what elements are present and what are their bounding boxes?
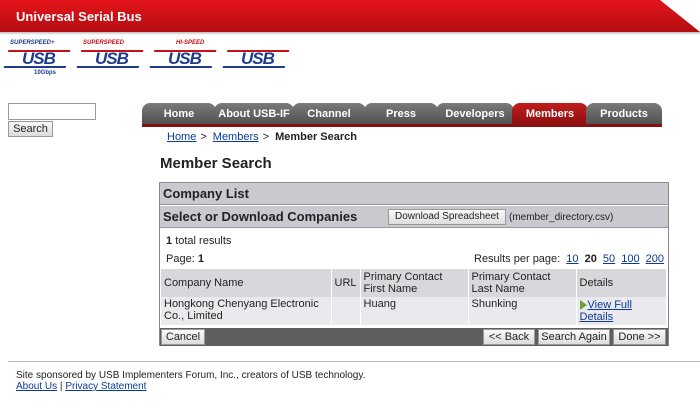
tab-members[interactable]: Members bbox=[512, 103, 588, 126]
arrow-right-icon bbox=[579, 300, 587, 311]
cell-url bbox=[331, 297, 361, 325]
page-title: Member Search bbox=[160, 155, 272, 172]
about-us-link[interactable]: About Us bbox=[16, 381, 57, 392]
tab-products[interactable]: Products bbox=[586, 103, 662, 126]
breadcrumb-members-link[interactable]: Members bbox=[213, 131, 259, 143]
download-spreadsheet-button[interactable]: Download Spreadsheet bbox=[388, 209, 506, 225]
column-header-first-name: Primary Contact First Name bbox=[360, 269, 469, 297]
footer-links: About Us | Privacy Statement bbox=[16, 381, 146, 392]
header-corner-decoration bbox=[660, 0, 700, 32]
footer-link-divider: | bbox=[59, 381, 63, 392]
page-indicator: Page: 1 bbox=[166, 253, 204, 265]
site-title: Universal Serial Bus bbox=[16, 9, 142, 24]
panel-action-bar: Cancel << Back Search Again Done >> bbox=[160, 328, 668, 346]
search-again-button[interactable]: Search Again bbox=[538, 329, 610, 345]
privacy-statement-link[interactable]: Privacy Statement bbox=[65, 381, 146, 392]
back-button[interactable]: << Back bbox=[483, 329, 535, 345]
logo-tag: HI-SPEED bbox=[176, 40, 205, 46]
tab-press[interactable]: Press bbox=[364, 103, 438, 126]
panel-subtitle: Select or Download Companies bbox=[163, 209, 358, 224]
total-count: 1 bbox=[166, 235, 173, 247]
site-header-bar: Universal Serial Bus bbox=[0, 0, 700, 32]
rpp-option-100[interactable]: 100 bbox=[621, 253, 639, 265]
panel-title: Company List bbox=[160, 183, 668, 205]
footer-sponsor-text: Site sponsored by USB Implementers Forum… bbox=[16, 370, 366, 381]
cell-first-name: Huang bbox=[360, 297, 469, 325]
tab-developers[interactable]: Developers bbox=[436, 103, 514, 126]
logo-usb-text: USB bbox=[168, 49, 202, 68]
page-number: 1 bbox=[197, 253, 204, 265]
logo-tag: SUPERSPEED bbox=[83, 40, 125, 46]
column-header-company: Company Name bbox=[161, 269, 332, 297]
breadcrumb-current: Member Search bbox=[275, 131, 357, 143]
results-table: Company Name URL Primary Contact First N… bbox=[161, 269, 668, 325]
tab-home[interactable]: Home bbox=[142, 103, 216, 126]
breadcrumb: Home > Members > Member Search bbox=[167, 131, 357, 143]
tab-channel[interactable]: Channel bbox=[292, 103, 366, 126]
cancel-button[interactable]: Cancel bbox=[161, 329, 205, 345]
download-filename: (member_directory.csv) bbox=[509, 212, 614, 223]
superspeed-plus-usb-logo: SUPERSPEED+ USB 10Gbps bbox=[3, 40, 74, 78]
cell-details: View Full Details bbox=[576, 297, 668, 325]
cell-company: Hongkong Chenyang Electronic Co., Limite… bbox=[161, 297, 332, 325]
breadcrumb-separator: > bbox=[200, 131, 207, 143]
column-header-details: Details bbox=[576, 269, 668, 297]
hi-speed-usb-logo: HI-SPEED USB bbox=[149, 40, 220, 78]
column-header-last-name: Primary Contact Last Name bbox=[468, 269, 577, 297]
page-label: Page: bbox=[166, 253, 195, 265]
logo-usb-text: USB bbox=[95, 49, 129, 68]
search-button[interactable]: Search bbox=[8, 121, 53, 137]
breadcrumb-separator: > bbox=[262, 131, 270, 143]
rpp-option-10[interactable]: 10 bbox=[566, 253, 578, 265]
logo-usb-text: USB bbox=[241, 49, 275, 68]
company-list-panel: Company List Select or Download Companie… bbox=[159, 182, 669, 346]
rpp-option-200[interactable]: 200 bbox=[646, 253, 664, 265]
header-shadow bbox=[0, 32, 700, 35]
done-button[interactable]: Done >> bbox=[613, 329, 666, 345]
total-results: 1 total results bbox=[166, 235, 231, 247]
nav-underline bbox=[142, 124, 662, 127]
rpp-option-50[interactable]: 50 bbox=[603, 253, 615, 265]
logo-speed-text: 10Gbps bbox=[34, 70, 57, 76]
view-full-details-link[interactable]: View Full Details bbox=[580, 299, 632, 323]
rpp-option-20-selected: 20 bbox=[584, 253, 597, 265]
logo-tag: SUPERSPEED+ bbox=[10, 40, 55, 46]
panel-subtitle-bar: Select or Download Companies Download Sp… bbox=[160, 206, 668, 228]
table-row: Hongkong Chenyang Electronic Co., Limite… bbox=[161, 297, 668, 325]
cell-last-name: Shunking bbox=[468, 297, 577, 325]
table-header-row: Company Name URL Primary Contact First N… bbox=[161, 269, 668, 297]
rpp-label: Results per page: bbox=[474, 253, 561, 265]
results-per-page: Results per page: 10 20 50 100 200 bbox=[474, 253, 664, 265]
superspeed-usb-logo: SUPERSPEED USB bbox=[76, 40, 147, 78]
footer-divider bbox=[8, 361, 700, 362]
total-suffix: total results bbox=[175, 235, 232, 247]
logo-usb-text: USB bbox=[22, 49, 56, 68]
breadcrumb-home-link[interactable]: Home bbox=[167, 131, 196, 143]
search-input[interactable] bbox=[8, 103, 96, 120]
certified-usb-logo: USB bbox=[222, 40, 293, 78]
column-header-url: URL bbox=[331, 269, 361, 297]
tab-about-usb-if[interactable]: About USB-IF bbox=[214, 103, 294, 126]
